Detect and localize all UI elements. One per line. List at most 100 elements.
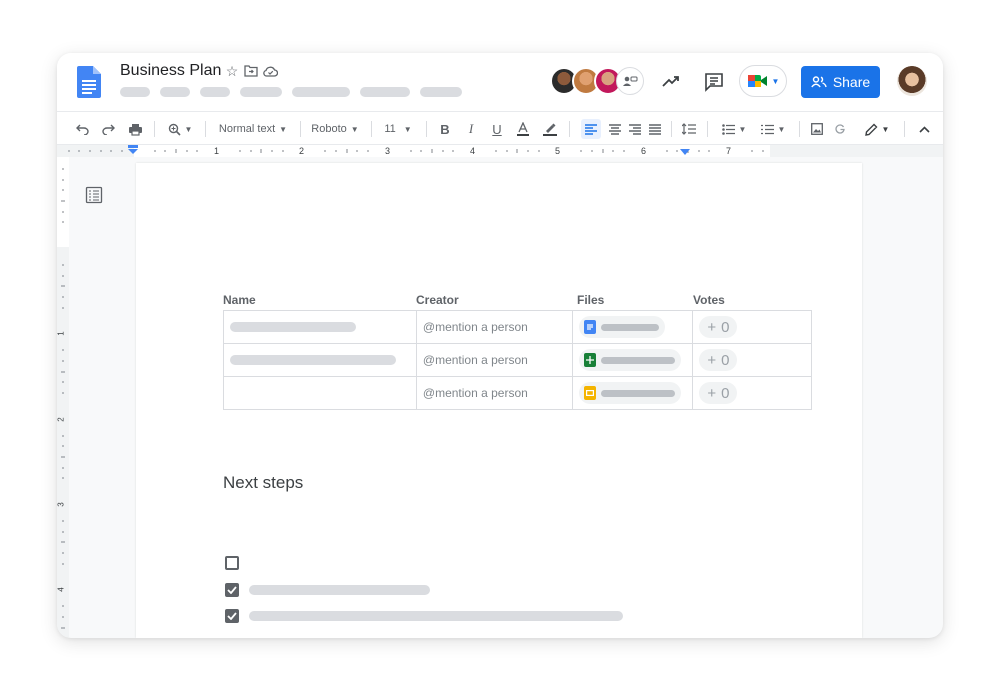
redo-icon[interactable] (101, 120, 115, 138)
file-chip[interactable] (579, 349, 682, 371)
collaborator-avatars[interactable] (550, 67, 644, 95)
chevron-down-icon: ▼ (403, 124, 412, 134)
font-size-dropdown[interactable]: 11 ▼ (381, 120, 415, 138)
table-row: @mention a person +0 (223, 376, 812, 410)
column-header-files: Files (577, 293, 605, 307)
menu-item[interactable] (360, 87, 410, 97)
votes-cell[interactable]: +0 (692, 343, 812, 377)
votes-cell[interactable]: +0 (692, 310, 812, 344)
sheets-file-icon (584, 353, 597, 367)
editing-mode-dropdown[interactable]: ▼ (862, 120, 892, 138)
bold-icon[interactable]: B (438, 120, 452, 138)
ruler-number: 3 (385, 146, 391, 156)
plus-icon: + (707, 384, 717, 402)
menu-item[interactable] (240, 87, 282, 97)
account-avatar[interactable] (897, 66, 927, 96)
vertical-ruler[interactable]: 1 2 3 4 (57, 157, 69, 638)
chevron-down-icon: ▼ (350, 124, 359, 134)
vote-chip[interactable]: +0 (699, 349, 738, 371)
menu-item[interactable] (160, 87, 190, 97)
vote-count: 0 (721, 384, 730, 402)
table-row: @mention a person +0 (223, 310, 812, 344)
collapse-toolbar-icon[interactable] (917, 120, 931, 138)
chevron-down-icon: ▼ (279, 124, 288, 134)
name-cell[interactable] (223, 310, 417, 344)
votes-cell[interactable]: +0 (692, 376, 812, 410)
creator-cell[interactable]: @mention a person (415, 343, 574, 377)
plus-icon: + (707, 351, 717, 369)
menu-item[interactable] (120, 87, 150, 97)
document-outline-icon[interactable] (85, 186, 103, 204)
meet-button[interactable]: ▼ (739, 65, 787, 97)
left-indent-marker[interactable] (127, 145, 139, 155)
column-header-creator: Creator (416, 293, 459, 307)
line-spacing-icon[interactable] (681, 120, 697, 138)
numbered-list-dropdown[interactable]: ▼ (758, 120, 788, 138)
font-dropdown[interactable]: Roboto ▼ (309, 120, 361, 138)
docs-window: Business Plan ☆ ▼ Share ▼ Normal text ▼ … (57, 53, 943, 638)
move-to-folder-icon[interactable] (243, 63, 259, 79)
align-right-icon[interactable] (628, 120, 642, 138)
mention-placeholder: @mention a person (422, 353, 528, 367)
name-placeholder (230, 355, 396, 365)
insert-image-icon[interactable] (810, 120, 824, 138)
menu-item[interactable] (420, 87, 462, 97)
checkbox-checked[interactable] (225, 583, 239, 597)
menu-item[interactable] (200, 87, 230, 97)
horizontal-ruler[interactable]: 1 2 3 4 5 6 7 (57, 145, 943, 157)
chevron-down-icon: ▼ (771, 76, 780, 86)
google-g-icon[interactable] (834, 120, 846, 138)
star-icon[interactable]: ☆ (224, 63, 240, 79)
italic-icon[interactable]: I (464, 120, 478, 138)
vote-chip[interactable]: +0 (699, 316, 738, 338)
menu-item[interactable] (292, 87, 350, 97)
file-chip[interactable] (579, 382, 682, 404)
file-name-placeholder (601, 389, 676, 397)
highlight-color-icon[interactable] (542, 120, 558, 138)
mention-placeholder: @mention a person (422, 386, 528, 400)
files-cell[interactable] (572, 343, 694, 377)
undo-icon[interactable] (75, 120, 89, 138)
chevron-down-icon: ▼ (738, 124, 747, 134)
vote-count: 0 (721, 318, 730, 336)
bulleted-list-dropdown[interactable]: ▼ (719, 120, 749, 138)
name-placeholder (230, 322, 356, 332)
files-cell[interactable] (572, 310, 694, 344)
print-icon[interactable] (127, 120, 143, 138)
underline-icon[interactable]: U (490, 120, 504, 138)
right-indent-marker[interactable] (679, 148, 691, 156)
cloud-saved-icon[interactable] (262, 63, 278, 79)
column-header-name: Name (223, 293, 256, 307)
name-cell[interactable] (223, 376, 417, 410)
justify-icon[interactable] (648, 120, 662, 138)
checkmark-icon (227, 586, 237, 594)
vote-chip[interactable]: +0 (699, 382, 738, 404)
creator-cell[interactable]: @mention a person (415, 310, 574, 344)
name-cell[interactable] (223, 343, 417, 377)
align-left-icon[interactable] (581, 119, 601, 139)
pencil-icon (864, 123, 878, 136)
ruler-ticks (68, 149, 764, 153)
files-cell[interactable] (572, 376, 694, 410)
document-title[interactable]: Business Plan (120, 62, 221, 80)
font-label: Roboto (311, 123, 347, 135)
font-size-label: 11 (384, 123, 396, 135)
ruler-number: 7 (726, 146, 732, 156)
ruler-number: 5 (555, 146, 561, 156)
align-center-icon[interactable] (608, 120, 622, 138)
title-bar: Business Plan ☆ ▼ Share (57, 53, 943, 111)
creator-cell[interactable]: @mention a person (415, 376, 574, 410)
checkbox-unchecked[interactable] (225, 556, 239, 570)
ruler-number: 6 (641, 146, 647, 156)
zoom-control[interactable]: ▼ (165, 120, 195, 138)
document-page[interactable]: Name Creator Files Votes @mention a pers… (136, 163, 862, 638)
paragraph-style-dropdown[interactable]: Normal text ▼ (216, 120, 290, 138)
docs-logo-icon[interactable] (77, 66, 101, 98)
activity-dashboard-icon[interactable] (660, 71, 682, 93)
text-color-icon[interactable] (516, 120, 530, 138)
comment-icon[interactable] (703, 71, 725, 93)
checkbox-checked[interactable] (225, 609, 239, 623)
file-chip[interactable] (579, 316, 666, 338)
share-button[interactable]: Share (801, 66, 880, 98)
more-viewers-icon[interactable] (616, 67, 644, 95)
